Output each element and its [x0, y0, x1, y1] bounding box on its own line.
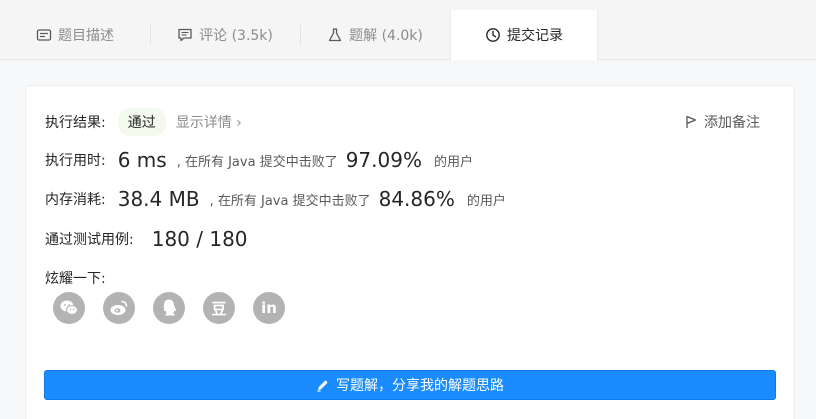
add-note-button[interactable]: 添加备注: [685, 112, 760, 132]
memory-label: 内存消耗:: [45, 192, 106, 208]
linkedin-icon[interactable]: in: [253, 292, 285, 324]
tab-description[interactable]: 题目描述: [0, 10, 150, 60]
weibo-icon[interactable]: [103, 292, 135, 324]
show-details-link[interactable]: 显示详情 ›: [176, 112, 242, 132]
status-badge: 通过: [117, 108, 166, 136]
tests-label: 通过测试用例:: [45, 232, 134, 248]
memory-percent: 84.86%: [378, 187, 455, 211]
add-note-label: 添加备注: [704, 115, 760, 131]
tab-solutions[interactable]: 题解 (4.0k): [300, 10, 450, 60]
memory-row: 内存消耗: 38.4 MB , 在所有 Java 提交中击败了 84.86% 的…: [45, 187, 506, 211]
share-label: 炫耀一下:: [45, 271, 106, 287]
tests-value: 180 / 180: [151, 227, 248, 251]
runtime-suffix: 的用户: [433, 154, 473, 170]
wechat-icon[interactable]: [53, 292, 85, 324]
tab-label: 提交记录: [507, 28, 563, 44]
tab-label: 题目描述: [58, 28, 114, 44]
write-solution-button[interactable]: 写题解，分享我的解题思路: [44, 370, 776, 400]
tab-submissions[interactable]: 提交记录: [450, 10, 598, 60]
memory-beat-text: , 在所有 Java 提交中击败了: [209, 193, 371, 209]
share-icons: 豆 in: [53, 292, 303, 324]
tab-label: 评论 (3.5k): [199, 28, 273, 44]
douban-glyph: 豆: [211, 299, 227, 318]
flask-icon: [328, 28, 342, 42]
clock-icon: [486, 28, 500, 42]
share-row: 炫耀一下:: [45, 268, 106, 288]
memory-suffix: 的用户: [466, 193, 506, 209]
tab-bar: 题目描述 评论 (3.5k) 题解 (4.0k) 提交记录: [0, 0, 816, 60]
douban-icon[interactable]: 豆: [203, 292, 235, 324]
runtime-value: 6 ms: [117, 148, 167, 172]
runtime-label: 执行用时:: [45, 153, 106, 169]
qq-icon[interactable]: [153, 292, 185, 324]
linkedin-glyph: in: [261, 299, 277, 317]
runtime-row: 执行用时: 6 ms , 在所有 Java 提交中击败了 97.09% 的用户: [45, 148, 473, 172]
tab-comments[interactable]: 评论 (3.5k): [150, 10, 300, 60]
comment-icon: [178, 28, 192, 42]
tests-row: 通过测试用例: 180 / 180: [45, 227, 258, 251]
submission-result-card: 执行结果: 通过 显示详情 › 添加备注 执行用时: 6 ms , 在所有 Ja…: [25, 85, 795, 419]
memory-value: 38.4 MB: [117, 187, 200, 211]
description-icon: [36, 29, 52, 41]
runtime-beat-text: , 在所有 Java 提交中击败了: [176, 154, 338, 170]
result-row: 执行结果: 通过 显示详情 ›: [45, 108, 242, 136]
tab-label: 题解 (4.0k): [349, 28, 423, 44]
pencil-icon: [317, 380, 328, 392]
flag-icon: [686, 115, 697, 128]
write-solution-label: 写题解，分享我的解题思路: [336, 378, 504, 394]
result-label: 执行结果:: [45, 115, 106, 131]
runtime-percent: 97.09%: [345, 148, 422, 172]
